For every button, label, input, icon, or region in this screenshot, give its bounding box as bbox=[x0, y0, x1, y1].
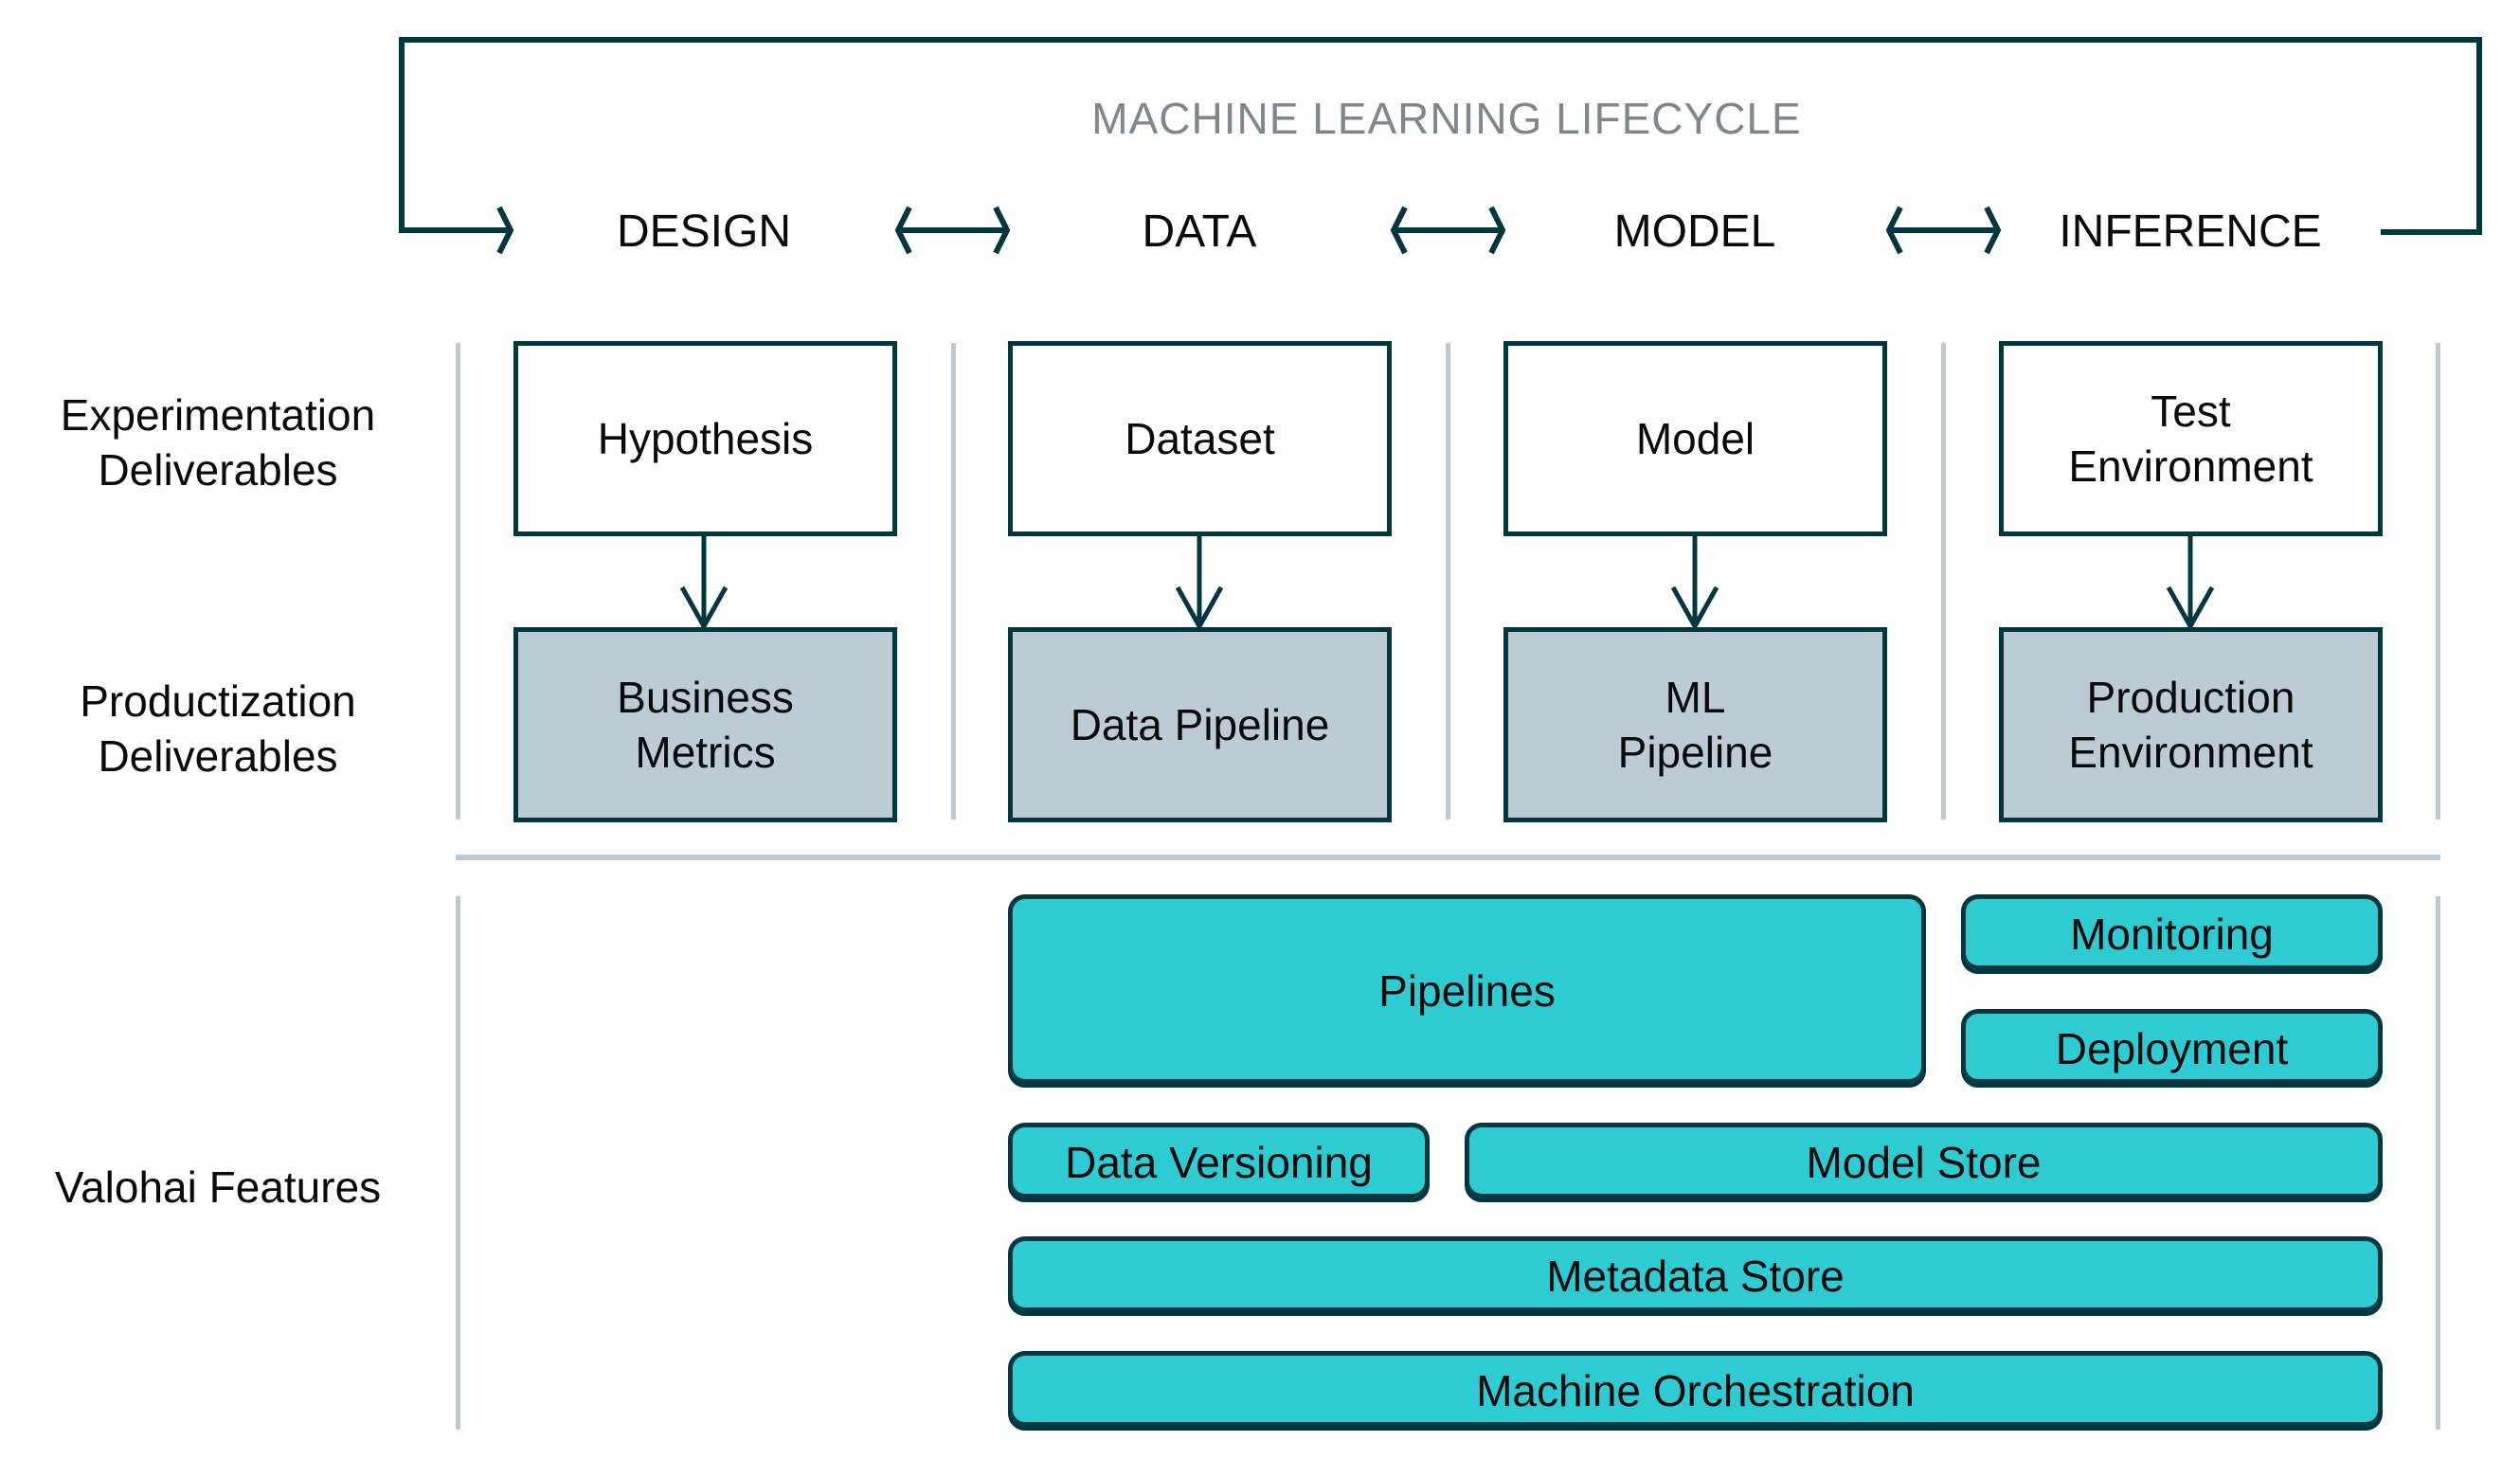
column-divider bbox=[951, 343, 956, 820]
bidirectional-arrow-data-model-icon bbox=[1390, 206, 1506, 255]
deliverable-test-environment[interactable]: Test Environment bbox=[1999, 341, 2383, 536]
column-divider bbox=[1941, 343, 1946, 820]
feature-label: Model Store bbox=[1806, 1138, 2042, 1187]
bidirectional-arrow-model-inference-icon bbox=[1885, 206, 2002, 255]
down-arrow-model-icon bbox=[1670, 533, 1719, 632]
stage-design: DESIGN bbox=[616, 207, 792, 257]
stage-model: MODEL bbox=[1613, 207, 1776, 257]
deliverable-ml-pipeline[interactable]: ML Pipeline bbox=[1503, 627, 1887, 822]
deliverable-data-pipeline[interactable]: Data Pipeline bbox=[1008, 627, 1392, 822]
down-arrow-data-icon bbox=[1175, 533, 1224, 632]
feature-pipelines[interactable]: Pipelines bbox=[1008, 894, 1926, 1088]
feature-model-store[interactable]: Model Store bbox=[1465, 1123, 2383, 1202]
deliverable-business-metrics[interactable]: Business Metrics bbox=[513, 627, 897, 822]
row-label-line: Deliverables bbox=[98, 731, 338, 781]
feature-monitoring[interactable]: Monitoring bbox=[1961, 894, 2383, 974]
row-label-line: Productization bbox=[80, 676, 356, 726]
deliverable-dataset[interactable]: Dataset bbox=[1008, 341, 1392, 536]
down-arrow-design-icon bbox=[679, 533, 729, 632]
section-separator bbox=[456, 855, 2440, 860]
feature-metadata-store[interactable]: Metadata Store bbox=[1008, 1236, 2383, 1316]
box-label: Production bbox=[2086, 673, 2295, 722]
deliverable-hypothesis[interactable]: Hypothesis bbox=[513, 341, 897, 536]
feature-label: Deployment bbox=[2055, 1023, 2289, 1073]
feature-label: Machine Orchestration bbox=[1476, 1366, 1915, 1415]
stage-inference: INFERENCE bbox=[2059, 207, 2322, 257]
feature-machine-orchestration[interactable]: Machine Orchestration bbox=[1008, 1351, 2383, 1431]
box-label: Business bbox=[617, 673, 794, 722]
feature-label: Metadata Store bbox=[1546, 1252, 1845, 1301]
deliverable-production-environment[interactable]: Production Environment bbox=[1999, 627, 2383, 822]
box-label: ML bbox=[1665, 673, 1726, 722]
box-label: Hypothesis bbox=[597, 414, 814, 463]
diagram-title: MACHINE LEARNING LIFECYCLE bbox=[1091, 94, 1802, 143]
stage-data: DATA bbox=[1142, 207, 1257, 257]
row-label-features: Valohai Features bbox=[54, 1162, 382, 1212]
row-label-line: Deliverables bbox=[98, 445, 338, 495]
box-label: Dataset bbox=[1125, 414, 1275, 463]
feature-data-versioning[interactable]: Data Versioning bbox=[1008, 1123, 1430, 1202]
row-label-experimentation: Experimentation Deliverables bbox=[28, 387, 407, 497]
box-label: Pipeline bbox=[1617, 728, 1773, 777]
box-label: Data Pipeline bbox=[1070, 700, 1330, 749]
bidirectional-arrow-design-data-icon bbox=[894, 206, 1011, 255]
box-label: Test bbox=[2151, 387, 2231, 436]
deliverable-model[interactable]: Model bbox=[1503, 341, 1887, 536]
features-right-border bbox=[2436, 896, 2440, 1430]
row-label-productization: Productization Deliverables bbox=[28, 674, 407, 784]
down-arrow-inference-icon bbox=[2166, 533, 2215, 632]
feature-deployment[interactable]: Deployment bbox=[1961, 1009, 2383, 1088]
feature-label: Pipelines bbox=[1378, 966, 1556, 1016]
box-label: Metrics bbox=[635, 728, 776, 777]
arrow-into-design-icon bbox=[496, 206, 514, 255]
column-divider bbox=[1446, 343, 1450, 820]
feature-label: Monitoring bbox=[2070, 910, 2274, 959]
box-label: Model bbox=[1635, 414, 1755, 463]
column-divider bbox=[456, 343, 460, 820]
feature-label: Data Versioning bbox=[1065, 1138, 1373, 1187]
column-divider bbox=[2436, 343, 2440, 820]
box-label: Environment bbox=[2068, 441, 2313, 491]
box-label: Environment bbox=[2068, 728, 2313, 777]
features-left-border bbox=[456, 896, 460, 1430]
row-label-line: Experimentation bbox=[60, 390, 376, 440]
